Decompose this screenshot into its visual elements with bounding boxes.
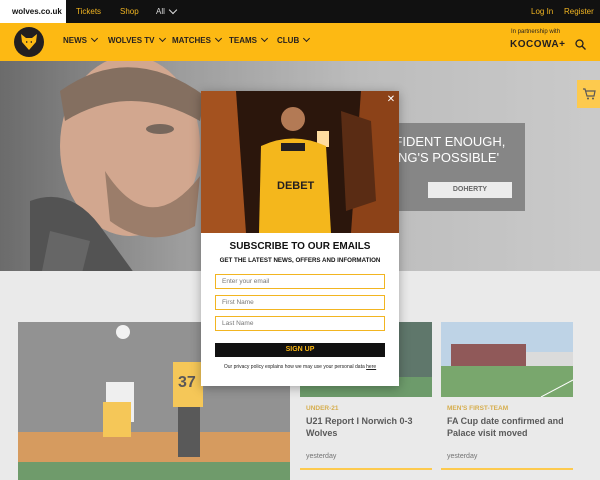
modal-title: SUBSCRIBE TO OUR EMAILS: [229, 241, 371, 252]
wolf-logo-icon[interactable]: [14, 27, 44, 57]
all-dropdown[interactable]: All: [156, 0, 165, 23]
chevron-down-icon: [168, 5, 178, 15]
main-nav: NEWS WOLVES TV MATCHES TEAMS CLUB In par…: [0, 23, 600, 61]
partner-text: In partnership with: [511, 29, 561, 35]
nav-news[interactable]: NEWS: [63, 34, 99, 45]
chevron-down-icon: [260, 34, 269, 43]
last-name-field[interactable]: [215, 316, 385, 331]
site-link[interactable]: wolves.co.uk: [0, 0, 66, 23]
modal-subtitle: GET THE LATEST NEWS, OFFERS AND INFORMAT…: [219, 257, 381, 264]
nav-label: MATCHES: [172, 36, 211, 45]
nav-teams[interactable]: TEAMS: [229, 34, 269, 45]
tickets-link[interactable]: Tickets: [76, 0, 101, 23]
nav-label: WOLVES TV: [108, 36, 155, 45]
email-field[interactable]: [215, 274, 385, 289]
privacy-link[interactable]: here: [366, 364, 376, 370]
partner-logo[interactable]: KOCOWA+: [510, 39, 565, 50]
login-link[interactable]: Log In: [531, 0, 553, 23]
nav-club[interactable]: CLUB: [277, 34, 311, 45]
modal-image: DEBET: [201, 91, 399, 233]
nav-wolves-tv[interactable]: WOLVES TV: [108, 34, 166, 45]
register-link[interactable]: Register: [564, 0, 594, 23]
shirt-sponsor-text: DEBET: [277, 180, 315, 192]
nav-label: CLUB: [277, 36, 300, 45]
chevron-down-icon: [214, 34, 223, 43]
subscribe-modal: DEBET ✕ SUBSCRIBE TO OUR EMAILS GET THE …: [201, 91, 399, 386]
page: wolves.co.uk Tickets Shop All Log In Reg…: [0, 0, 600, 480]
top-utility-bar: wolves.co.uk Tickets Shop All Log In Reg…: [0, 0, 600, 23]
nav-label: NEWS: [63, 36, 87, 45]
shop-link[interactable]: Shop: [120, 0, 139, 23]
search-icon[interactable]: [575, 37, 586, 55]
chevron-down-icon: [158, 34, 166, 43]
first-name-field[interactable]: [215, 295, 385, 310]
nav-label: TEAMS: [229, 36, 257, 45]
close-icon[interactable]: ✕: [385, 94, 397, 106]
signup-button[interactable]: SIGN UP: [215, 343, 385, 357]
privacy-text: Our privacy policy explains how we may u…: [223, 364, 365, 370]
nav-matches[interactable]: MATCHES: [172, 34, 223, 45]
privacy-notice: Our privacy policy explains how we may u…: [201, 364, 399, 370]
chevron-down-icon: [303, 34, 311, 43]
chevron-down-icon: [90, 34, 99, 43]
